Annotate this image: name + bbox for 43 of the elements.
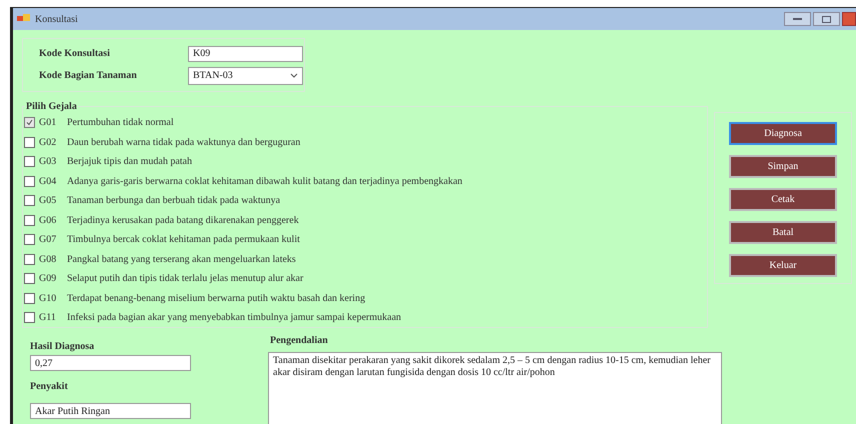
check-icon: [26, 119, 33, 126]
action-button[interactable]: Batal: [729, 221, 837, 244]
checkbox[interactable]: [24, 117, 35, 128]
checkbox[interactable]: [24, 254, 35, 264]
field-label: Kode Konsultasi: [39, 47, 111, 61]
field-label: Pengendalian: [270, 334, 328, 348]
symptom-checkbox[interactable]: G06 Terjadinya kerusakan pada batang dikarenakan penggerek: [24, 214, 707, 226]
input-field[interactable]: 0,27: [30, 355, 191, 371]
action-button[interactable]: Diagnosa: [729, 122, 837, 145]
symptom-checkbox[interactable]: G03 Berjajuk tipis dan mudah patah: [24, 155, 707, 168]
text-area[interactable]: Tanaman disekitar perakaran yang sakit dikorek sedalam 2,5 – 5 cm dengan radius 10-15 cm, kemudian leher akar disiram dengan larutan fungisida dengan dosis 10 cc/ltr air/pohon: [268, 352, 722, 424]
checkbox[interactable]: [24, 234, 35, 245]
field-label: Hasil Diagnosa: [30, 340, 94, 354]
window-title: Konsultasi: [35, 12, 78, 26]
action-button[interactable]: Cetak: [729, 188, 837, 211]
group-title: Pilih Gejala: [25, 99, 78, 114]
symptom-checkbox[interactable]: G02 Daun berubah warna tidak pada waktunya dan berguguran: [24, 136, 707, 148]
dropdown[interactable]: BTAN-03: [188, 66, 303, 84]
input-field[interactable]: Akar Putih Ringan: [30, 403, 191, 419]
symptom-checkbox[interactable]: G08 Pangkal batang yang terserang akan mengeluarkan lateks: [24, 252, 707, 266]
symptom-checkbox[interactable]: G09 Selaput putih dan tipis tidak terlalu jelas menutup alur akar: [24, 272, 707, 285]
action-button[interactable]: Simpan: [729, 155, 837, 178]
checkbox[interactable]: [24, 195, 35, 206]
symptom-checkbox[interactable]: G01 Pertumbuhan tidak normal: [24, 116, 707, 129]
field-label: Penyakit: [30, 380, 68, 394]
action-button[interactable]: Keluar: [729, 254, 837, 277]
checkbox[interactable]: [24, 176, 35, 186]
symptom-checkbox[interactable]: G04 Adanya garis-garis berwarna coklat kehitaman dibawah kulit batang dan terjadinya pembengkakan: [24, 174, 707, 188]
symptom-checkbox[interactable]: G07 Timbulnya bercak coklat kehitaman pada permukaan kulit: [24, 233, 707, 246]
symptom-checkbox[interactable]: G11 Infeksi pada bagian akar yang menyebabkan timbulnya jamur sampai kepermukaan: [24, 311, 707, 324]
field-label: Kode Bagian Tanaman: [39, 69, 138, 83]
checkbox[interactable]: [24, 312, 35, 323]
input-field[interactable]: K09: [188, 46, 303, 62]
minimize-button[interactable]: [784, 12, 811, 26]
symptom-checkbox[interactable]: G05 Tanaman berbunga dan berbuah tidak pada waktunya: [24, 194, 707, 207]
checkbox[interactable]: [24, 214, 35, 226]
checkbox[interactable]: [24, 136, 35, 148]
checkbox[interactable]: [24, 156, 35, 167]
maximize-button[interactable]: [813, 12, 840, 26]
checkbox[interactable]: [24, 273, 35, 284]
caret-icon: [290, 73, 298, 78]
symptom-checkbox[interactable]: G10 Terdapat benang-benang miselium berwarna putih waktu basah dan kering: [24, 292, 707, 304]
checkbox[interactable]: [24, 292, 35, 304]
